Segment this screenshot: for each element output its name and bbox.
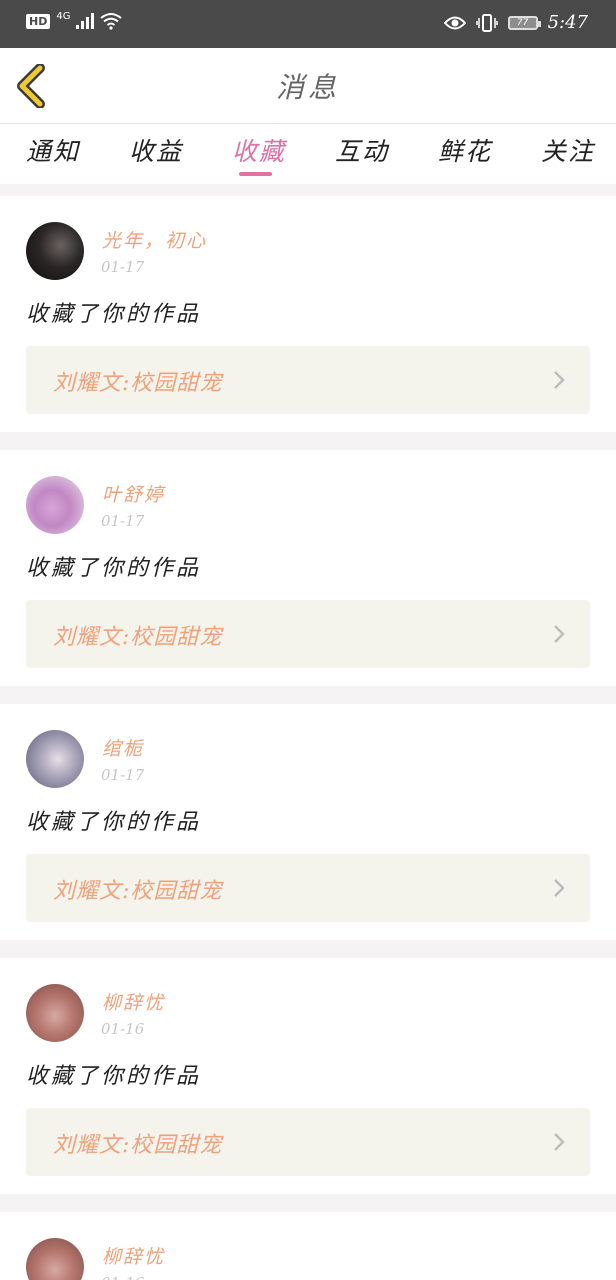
username[interactable]: 叶舒婷 — [102, 480, 165, 507]
message-card: 叶舒婷 01-17 收藏了你的作品 刘耀文:校园甜宠 — [0, 450, 616, 686]
battery-icon: 77 — [507, 15, 541, 30]
username[interactable]: 柳辞忧 — [102, 1242, 165, 1269]
username[interactable]: 绾栀 — [102, 734, 144, 761]
message-date: 01-16 — [101, 1020, 145, 1038]
message-date: 01-17 — [101, 258, 145, 276]
chevron-right-icon — [554, 1133, 565, 1151]
work-link[interactable]: 刘耀文:校园甜宠 — [26, 1108, 590, 1176]
clock: 5:47 — [547, 12, 588, 33]
app-header: 消息 — [0, 48, 616, 124]
work-link[interactable]: 刘耀文:校园甜宠 — [26, 600, 590, 668]
message-card: 柳辞忧 01-16 收藏了你的作品 刘耀文:校园甜宠 — [0, 958, 616, 1194]
message-card: 柳辞忧 01-16 — [0, 1212, 616, 1280]
wifi-icon — [100, 13, 123, 30]
username[interactable]: 光年，初心 — [102, 226, 207, 253]
tab-favorites[interactable]: 收藏 — [232, 132, 286, 168]
avatar[interactable] — [26, 476, 84, 534]
tab-flowers[interactable]: 鲜花 — [438, 132, 492, 168]
hd-badge: HD — [26, 13, 51, 29]
work-title: 刘耀文:校园甜宠 — [53, 625, 223, 650]
status-bar: HD 4G 77 5:47 — [0, 0, 616, 48]
message-action: 收藏了你的作品 — [26, 556, 202, 581]
message-action: 收藏了你的作品 — [26, 1064, 202, 1089]
tab-notifications[interactable]: 通知 — [26, 132, 80, 168]
message-card: 绾栀 01-17 收藏了你的作品 刘耀文:校园甜宠 — [0, 704, 616, 940]
message-date: 01-17 — [101, 766, 145, 784]
network-type: 4G — [56, 10, 71, 22]
avatar[interactable] — [26, 984, 84, 1042]
tab-following[interactable]: 关注 — [541, 132, 595, 168]
message-card: 光年，初心 01-17 收藏了你的作品 刘耀文:校园甜宠 — [0, 196, 616, 432]
tab-earnings[interactable]: 收益 — [129, 132, 183, 168]
status-left: HD 4G — [26, 10, 123, 30]
work-link[interactable]: 刘耀文:校园甜宠 — [26, 346, 590, 414]
tab-interactions[interactable]: 互动 — [335, 132, 389, 168]
chevron-right-icon — [554, 371, 565, 389]
message-action: 收藏了你的作品 — [26, 810, 202, 835]
avatar[interactable] — [26, 730, 84, 788]
message-date: 01-17 — [101, 512, 145, 530]
chevron-right-icon — [554, 879, 565, 897]
active-tab-indicator — [239, 172, 272, 176]
signal-icon — [76, 13, 95, 29]
message-action: 收藏了你的作品 — [26, 302, 202, 327]
message-date: 01-16 — [101, 1274, 144, 1280]
work-title: 刘耀文:校园甜宠 — [53, 1133, 223, 1158]
tab-bar: 通知 收益 收藏 互动 鲜花 关注 — [0, 124, 616, 184]
work-title: 刘耀文:校园甜宠 — [53, 371, 223, 396]
page-title: 消息 — [275, 71, 340, 104]
username[interactable]: 柳辞忧 — [102, 988, 165, 1015]
work-title: 刘耀文:校园甜宠 — [53, 879, 223, 904]
status-right: 77 5:47 — [443, 12, 588, 33]
chevron-right-icon — [554, 625, 565, 643]
avatar[interactable] — [26, 222, 84, 280]
work-link[interactable]: 刘耀文:校园甜宠 — [26, 854, 590, 922]
vibrate-icon — [475, 13, 498, 32]
eye-icon — [443, 16, 466, 29]
avatar[interactable] — [26, 1238, 84, 1280]
